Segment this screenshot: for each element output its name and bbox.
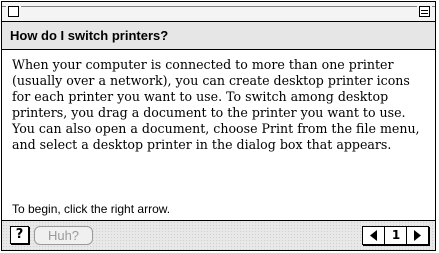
question-header: How do I switch printers? <box>2 22 435 50</box>
bottom-bar: ? Huh? 1 <box>2 220 435 250</box>
right-arrow-icon <box>414 230 421 241</box>
help-window: How do I switch printers? When your comp… <box>1 1 436 251</box>
page-number: 1 <box>391 228 401 242</box>
next-page-button[interactable] <box>406 227 428 244</box>
page-navigator: 1 <box>362 226 429 245</box>
left-arrow-icon <box>370 230 377 241</box>
huh-button[interactable]: Huh? <box>34 226 93 245</box>
instruction-text: To begin, click the right arrow. <box>12 202 171 216</box>
title-bar[interactable] <box>2 2 435 22</box>
collapse-box-icon[interactable] <box>419 6 430 17</box>
body-paragraph: When your computer is connected to more … <box>12 57 420 152</box>
close-box-icon[interactable] <box>8 6 19 17</box>
help-content: When your computer is connected to more … <box>2 50 435 220</box>
previous-page-button[interactable] <box>363 227 385 244</box>
question-title: How do I switch printers? <box>10 28 169 43</box>
help-button[interactable]: ? <box>10 226 29 244</box>
